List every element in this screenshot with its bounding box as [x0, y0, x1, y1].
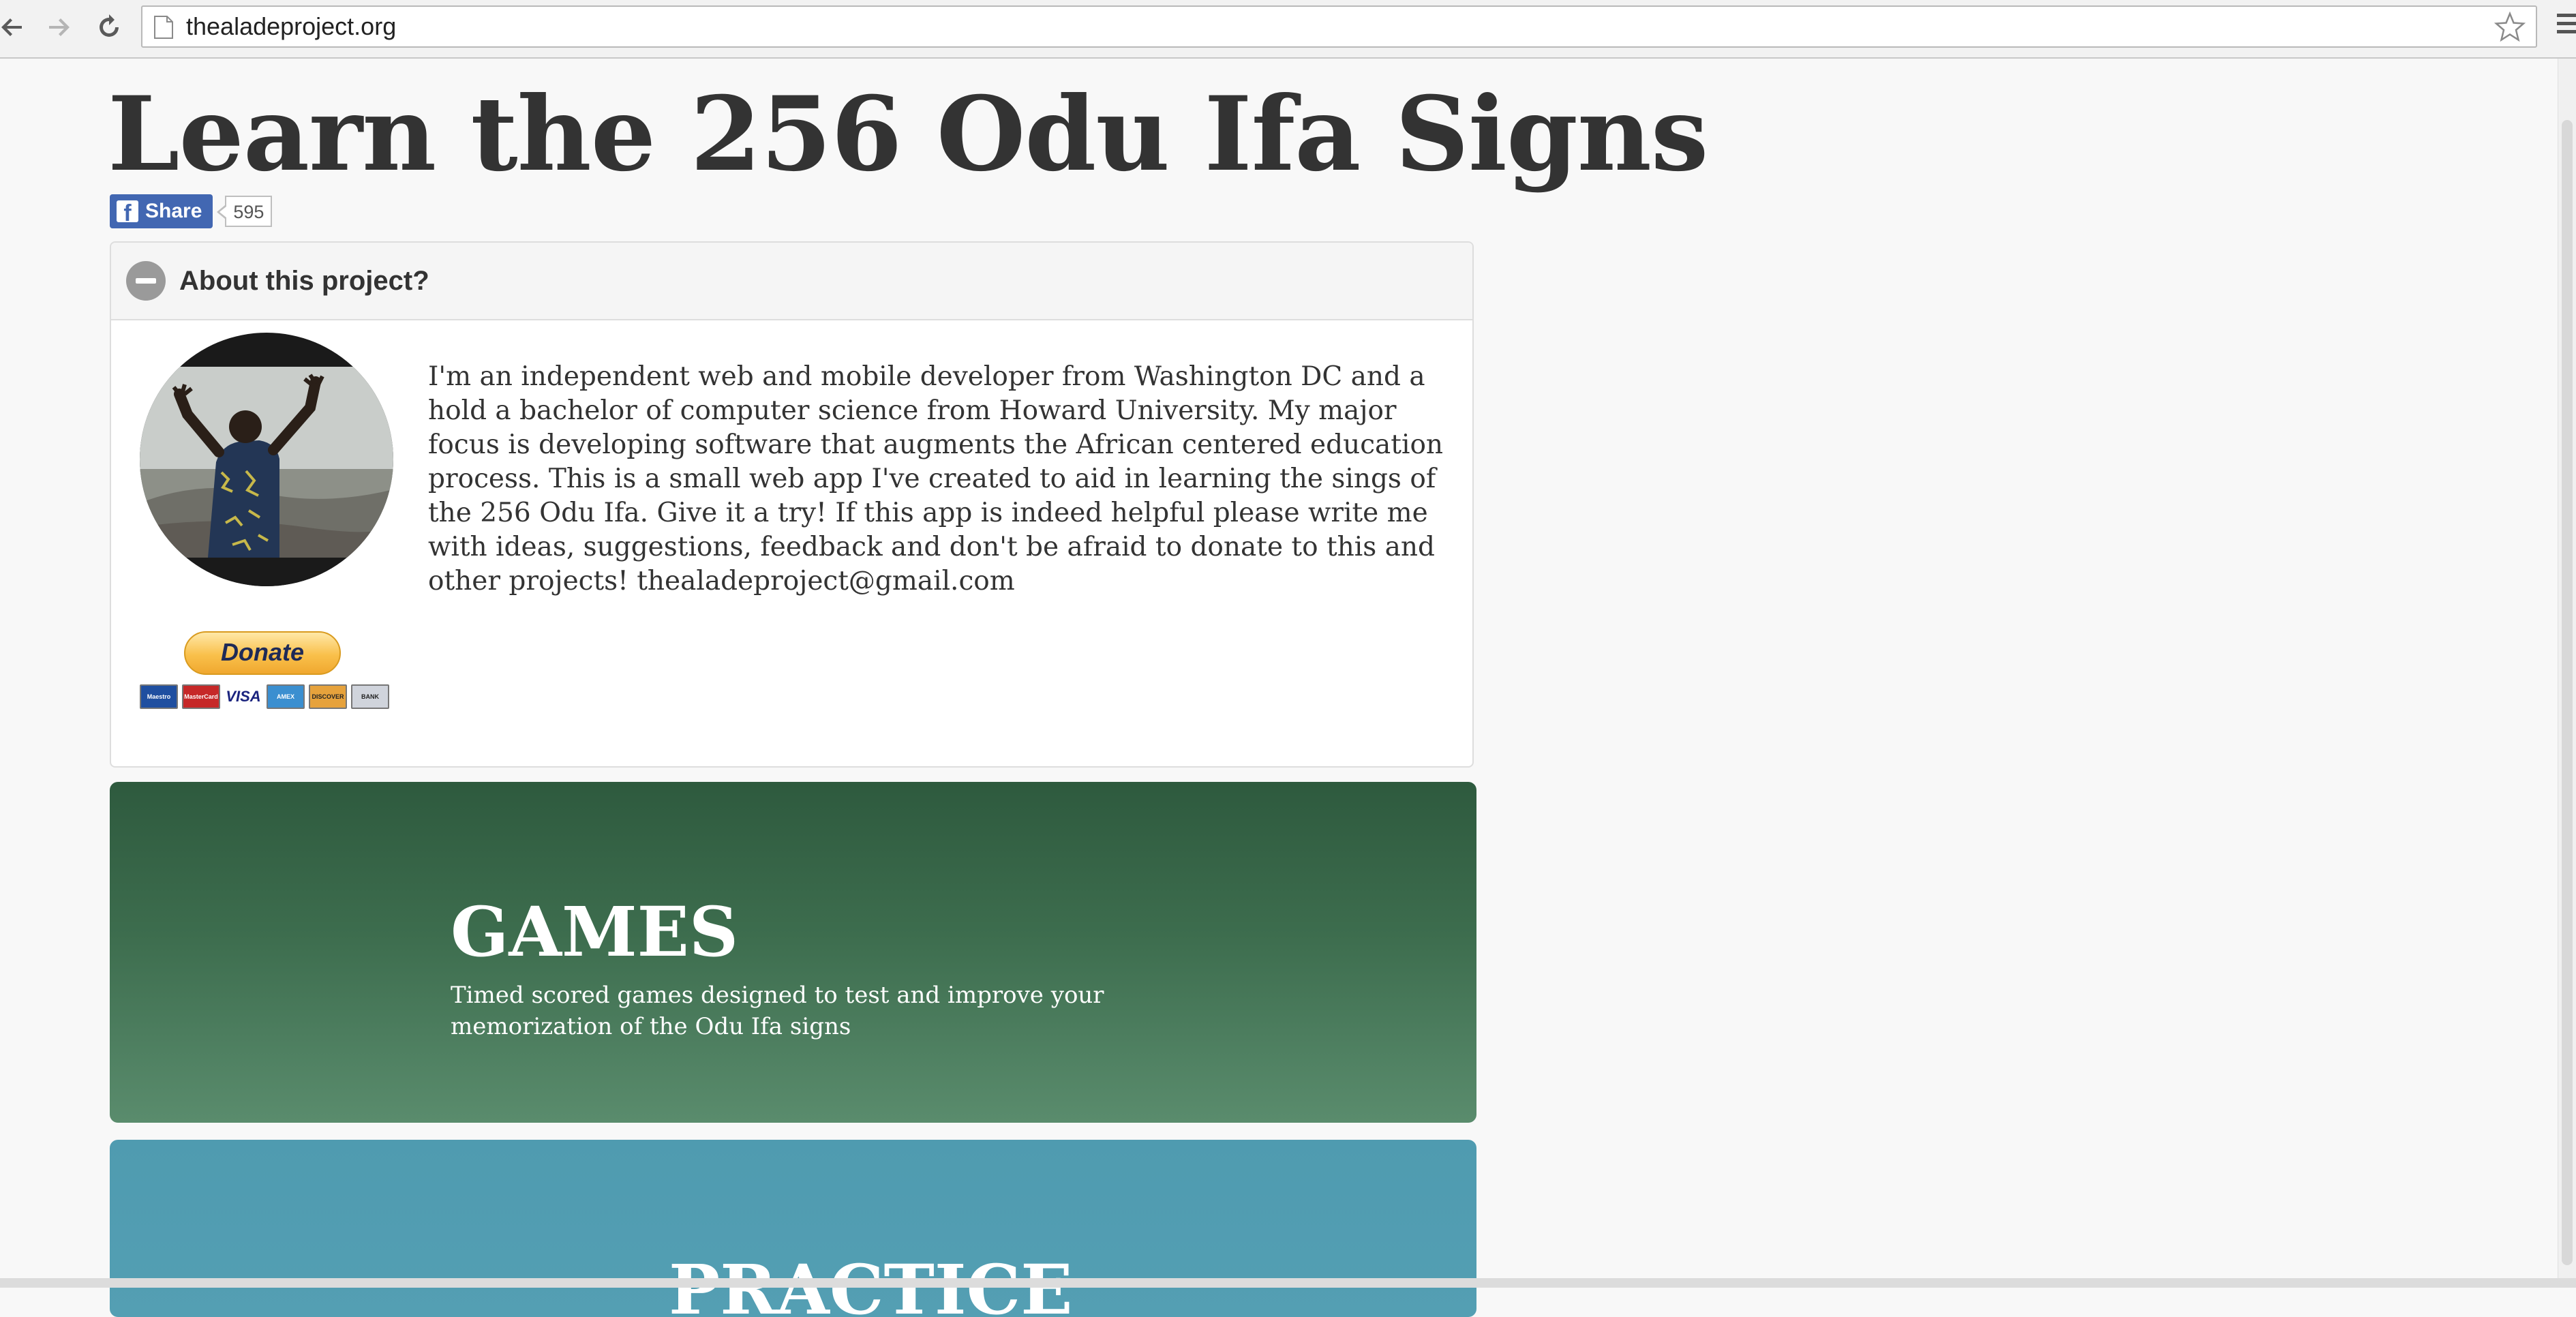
collapse-minus-icon[interactable]: [126, 261, 166, 301]
donate-button[interactable]: Donate: [184, 631, 341, 675]
payment-cards: Maestro MasterCard VISA AMEX DISCOVER BA…: [140, 684, 392, 709]
page-icon: [154, 16, 173, 39]
menu-icon[interactable]: [2557, 14, 2576, 41]
scrollbar[interactable]: [2558, 59, 2576, 1279]
about-title: About this project?: [179, 266, 429, 296]
about-panel: About this project? I'm an independent w…: [110, 241, 1474, 768]
mastercard-card-icon: MasterCard: [182, 684, 220, 709]
games-description: Timed scored games designed to test and …: [451, 982, 1104, 1040]
forward-icon[interactable]: [41, 10, 76, 45]
amex-card-icon: AMEX: [267, 684, 305, 709]
scrollbar-thumb[interactable]: [2562, 120, 2573, 1265]
bottom-edge: [0, 1278, 2576, 1288]
maestro-card-icon: Maestro: [140, 684, 178, 709]
bookmark-star-icon[interactable]: [2494, 11, 2526, 44]
bank-card-icon: BANK: [351, 684, 389, 709]
about-text: I'm an independent web and mobile develo…: [428, 361, 1444, 596]
avatar: [140, 333, 393, 586]
donate-section: Donate Maestro MasterCard VISA AMEX DISC…: [140, 631, 392, 709]
facebook-icon: f: [117, 200, 138, 222]
share-label: Share: [145, 200, 202, 222]
back-icon[interactable]: [0, 10, 30, 45]
reload-icon[interactable]: [91, 10, 127, 45]
games-card[interactable]: GAMES Timed scored games designed to tes…: [110, 782, 1476, 1123]
discover-card-icon: DISCOVER: [309, 684, 347, 709]
browser-toolbar: thealadeproject.org: [0, 0, 2576, 59]
games-title: GAMES: [451, 892, 739, 972]
about-panel-header[interactable]: About this project?: [111, 243, 1472, 320]
address-bar[interactable]: thealadeproject.org: [141, 5, 2537, 48]
practice-card[interactable]: PRACTICE: [110, 1140, 1476, 1317]
share-count: 595: [217, 196, 273, 227]
visa-card-icon: VISA: [224, 684, 262, 709]
facebook-share[interactable]: f Share 595: [110, 194, 273, 229]
url-text: thealadeproject.org: [186, 12, 397, 40]
page-title: Learn the 256 Odu Ifa Signs: [108, 74, 1708, 194]
facebook-share-button[interactable]: f Share: [110, 194, 213, 228]
